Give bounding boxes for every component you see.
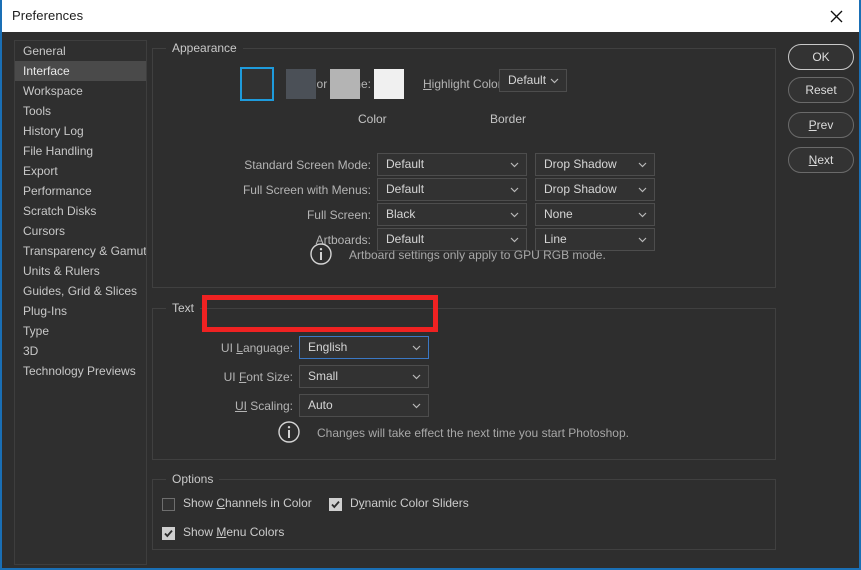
sidebar-item-performance[interactable]: Performance [15,181,146,201]
swatch-theme-medium-dark[interactable] [286,69,316,99]
swatch-theme-white[interactable] [374,69,404,99]
swatch-theme-dark[interactable] [240,67,274,101]
appearance-border-dropdown-1-value: Drop Shadow [544,182,617,196]
checkbox-unchecked-icon[interactable] [162,498,175,511]
text-legend: Text [166,301,201,315]
sidebar-item-tools[interactable]: Tools [15,101,146,121]
prev-button[interactable]: Prev [788,112,854,138]
reset-button[interactable]: Reset [788,77,854,103]
info-icon [310,243,332,265]
checkbox-checked-icon[interactable] [162,527,175,540]
sidebar-item-guides-grid-slices[interactable]: Guides, Grid & Slices [15,281,146,301]
preferences-category-list[interactable]: General Interface Workspace Tools History Lo… [14,40,147,565]
appearance-row-label-3: Artboards: [315,233,371,247]
sidebar-item-plug-ins[interactable]: Plug-Ins [15,301,146,321]
appearance-border-dropdown-0[interactable]: Drop Shadow [535,153,655,176]
sidebar-item-3d[interactable]: 3D [15,341,146,361]
show-menu-colors-checkbox-label: Show Menu Colors [183,525,285,539]
text-row-label-0: UI Language: [220,341,293,355]
info-icon [278,421,300,443]
text-row-label-1: UI Font Size: [223,370,293,384]
appearance-color-dropdown-0-value: Default [386,157,425,171]
ui-scaling-dropdown[interactable]: Auto [299,394,429,417]
sidebar-item-scratch-disks[interactable]: Scratch Disks [15,201,146,221]
show-channels-in-color-checkbox-label: Show Channels in Color [183,496,312,510]
chevron-down-icon [550,78,559,84]
highlight-color-value: Default [508,73,547,87]
sidebar-item-cursors[interactable]: Cursors [15,221,146,241]
swatch-theme-light-gray[interactable] [330,69,360,99]
sidebar-item-interface[interactable]: Interface [15,61,146,81]
highlight-color-dropdown[interactable]: Default [499,69,567,92]
sidebar-item-general[interactable]: General [15,41,146,61]
appearance-row-label-0: Standard Screen Mode: [244,158,371,172]
chevron-down-icon [510,162,519,168]
ui-scaling-dropdown-value: Auto [308,398,333,412]
sidebar-item-history-log[interactable]: History Log [15,121,146,141]
text-group: Text UI Language: English UI Font Size: Sma… [152,301,776,460]
chevron-down-icon [638,187,647,193]
appearance-row-label-2: Full Screen: [306,208,371,222]
options-legend: Options [166,472,220,486]
sidebar-item-workspace[interactable]: Workspace [15,81,146,101]
color-column-header: Color [358,112,387,126]
dialog-body: General Interface Workspace Tools History Lo… [2,32,859,568]
chevron-down-icon [510,237,519,243]
highlight-color-label: Highlight Color: [423,77,506,91]
ok-button[interactable]: OK [788,44,854,70]
appearance-color-dropdown-2[interactable]: Black [377,203,527,226]
title-bar: Preferences [2,0,859,32]
sidebar-item-technology-previews[interactable]: Technology Previews [15,361,146,381]
restart-info-text: Changes will take effect the next time y… [317,426,629,440]
options-group: Options Show Channels in Color Dynamic Co… [152,472,776,550]
appearance-legend: Appearance [166,41,243,55]
sidebar-item-type[interactable]: Type [15,321,146,341]
ui-font-size-dropdown-value: Small [308,369,339,383]
sidebar-item-export[interactable]: Export [15,161,146,181]
ui-font-size-dropdown[interactable]: Small [299,365,429,388]
appearance-border-dropdown-2-value: None [544,207,573,221]
chevron-down-icon [412,374,421,380]
sidebar-item-transparency-gamut[interactable]: Transparency & Gamut [15,241,146,261]
artboard-info-text: Artboard settings only apply to GPU RGB … [349,248,606,262]
border-column-header: Border [490,112,527,126]
chevron-down-icon [412,345,421,351]
appearance-color-dropdown-1[interactable]: Default [377,178,527,201]
chevron-down-icon [638,162,647,168]
chevron-down-icon [510,212,519,218]
appearance-border-dropdown-0-value: Drop Shadow [544,157,617,171]
chevron-down-icon [510,187,519,193]
chevron-down-icon [412,403,421,409]
appearance-color-dropdown-0[interactable]: Default [377,153,527,176]
ui-language-dropdown[interactable]: English [299,336,429,359]
appearance-color-dropdown-3-value: Default [386,232,425,246]
sidebar-item-file-handling[interactable]: File Handling [15,141,146,161]
appearance-border-dropdown-2[interactable]: None [535,203,655,226]
ui-language-dropdown-value: English [308,340,348,354]
appearance-border-dropdown-1[interactable]: Drop Shadow [535,178,655,201]
text-row-label-2: UI Scaling: [234,399,293,413]
appearance-color-dropdown-2-value: Black [386,207,416,221]
appearance-color-dropdown-1-value: Default [386,182,425,196]
appearance-row-label-1: Full Screen with Menus: [242,183,371,197]
next-button[interactable]: Next [788,147,854,173]
preferences-dialog: Preferences General Interface Workspace Too… [0,0,861,570]
checkbox-checked-icon[interactable] [329,498,342,511]
appearance-border-dropdown-3-value: Line [544,232,567,246]
appearance-group: Appearance Color Theme: Highlight Color:… [152,41,776,288]
window-title: Preferences [12,8,84,23]
close-icon[interactable] [813,0,859,32]
dynamic-color-sliders-checkbox-label: Dynamic Color Sliders [350,496,469,510]
sidebar-item-units-rulers[interactable]: Units & Rulers [15,261,146,281]
chevron-down-icon [638,212,647,218]
chevron-down-icon [638,237,647,243]
